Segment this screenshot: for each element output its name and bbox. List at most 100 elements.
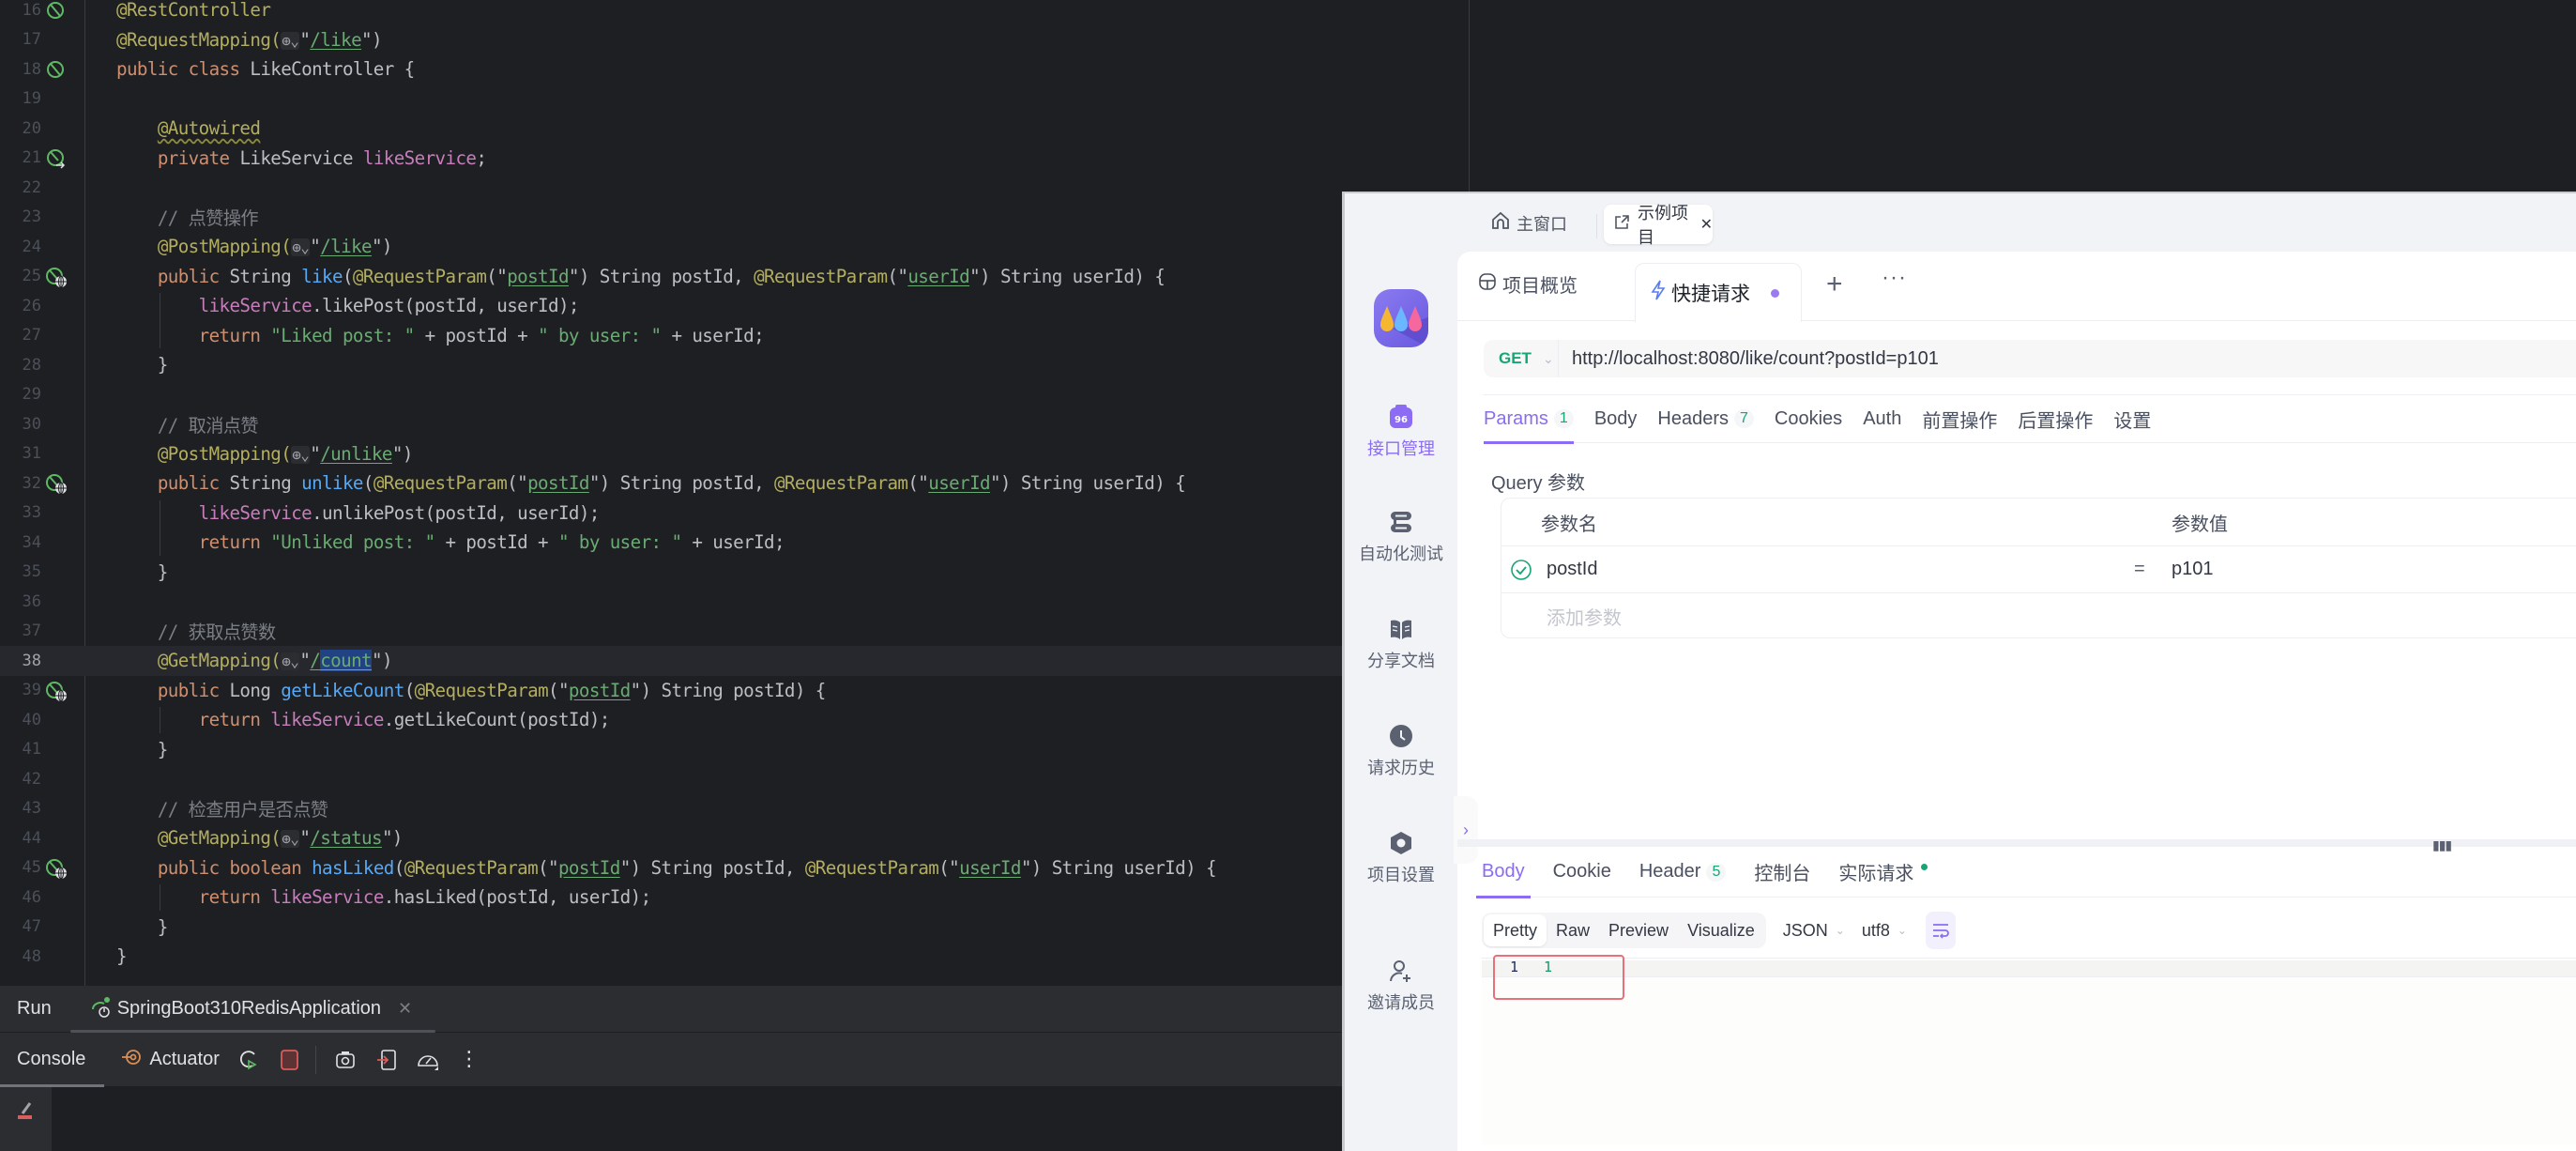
tab-actuator[interactable]: Actuator: [121, 1047, 220, 1073]
tab-response-header[interactable]: Header 5: [1639, 847, 1727, 898]
encoding-select[interactable]: utf8 ⌄: [1862, 921, 1907, 941]
tab-actual-request[interactable]: 实际请求: [1838, 847, 1928, 898]
code-line[interactable]: 16 @RestController: [0, 0, 1342, 25]
tab-response-console[interactable]: 控制台: [1754, 847, 1810, 898]
code-line[interactable]: 17 @RequestMapping(⊕⌄"/like"): [0, 25, 1342, 55]
sidebar-item-project-settings[interactable]: 项目设置: [1345, 830, 1457, 886]
code-line[interactable]: 32 public String unlike(@RequestParam("p…: [0, 468, 1342, 499]
code-line[interactable]: 43 // 检查用户是否点赞: [0, 794, 1342, 824]
code-line[interactable]: 31 @PostMapping(⊕⌄"/unlike"): [0, 439, 1342, 469]
close-icon[interactable]: ✕: [398, 999, 412, 1019]
sidebar-item-invite-member[interactable]: 邀请成员: [1345, 958, 1457, 1014]
tab-main-window[interactable]: 主窗口: [1490, 210, 1567, 236]
code-line[interactable]: 27 return "Liked post: " + postId + " by…: [0, 321, 1342, 351]
code-line[interactable]: 33 likeService.unlikePost(postId, userId…: [0, 499, 1342, 529]
endpoint-globe-icon[interactable]: [45, 857, 68, 880]
code-line[interactable]: 44 @GetMapping(⊕⌄"/status"): [0, 823, 1342, 853]
tab-post-request[interactable]: 后置操作: [2018, 394, 2093, 443]
run-config-tab[interactable]: SpringBoot310RedisApplication ✕: [69, 986, 436, 1033]
endpoint-globe-icon[interactable]: [45, 266, 68, 288]
tab-pre-request[interactable]: 前置操作: [1922, 394, 1997, 443]
tab-quick-request[interactable]: 快捷请求: [1635, 263, 1802, 322]
code-line[interactable]: 35 }: [0, 558, 1342, 588]
tab-response-cookie[interactable]: Cookie: [1553, 847, 1611, 898]
code-editor[interactable]: 16 @RestController 17 @RequestMapping(⊕⌄"/l…: [0, 0, 1342, 986]
camera-icon[interactable]: [333, 1048, 358, 1072]
param-name-input[interactable]: postId: [1547, 559, 1597, 580]
view-preview-button[interactable]: Preview: [1599, 914, 1678, 946]
code-line[interactable]: 26 likeService.likePost(postId, userId);: [0, 291, 1342, 321]
view-pretty-button[interactable]: Pretty: [1484, 914, 1547, 946]
code-line[interactable]: 39 public Long getLikeCount(@RequestPara…: [0, 676, 1342, 706]
sidebar-item-request-history[interactable]: 请求历史: [1345, 723, 1457, 779]
tab-response-body[interactable]: Body: [1476, 847, 1531, 898]
code-line[interactable]: 42: [0, 764, 1342, 794]
code-line[interactable]: 34 return "Unliked post: " + postId + " …: [0, 528, 1342, 558]
param-enabled-checkbox[interactable]: [1510, 559, 1532, 581]
add-param-input[interactable]: 添加参数: [1547, 603, 1622, 630]
code-line[interactable]: 30 // 取消点赞: [0, 409, 1342, 439]
endpoint-globe-icon[interactable]: [45, 680, 68, 702]
tab-cookies[interactable]: Cookies: [1775, 394, 1842, 443]
code-line[interactable]: 36: [0, 587, 1342, 617]
tab-auth[interactable]: Auth: [1863, 394, 1901, 443]
code-line[interactable]: 48}: [0, 942, 1342, 972]
code-line[interactable]: 21 private LikeService likeService;: [0, 144, 1342, 174]
code-line[interactable]: 20 @Autowired: [0, 114, 1342, 144]
expand-sidebar-button[interactable]: ›: [1454, 796, 1478, 864]
tab-headers[interactable]: Headers 7: [1657, 394, 1754, 443]
profiler-gauge-icon[interactable]: [416, 1048, 440, 1072]
code-line[interactable]: 38 @GetMapping(⊕⌄"/count"): [0, 646, 1342, 676]
view-mode-group: Pretty Raw Preview Visualize: [1482, 913, 1766, 948]
tab-body[interactable]: Body: [1594, 394, 1638, 443]
tab-settings[interactable]: 设置: [2113, 394, 2151, 443]
line-number: 44: [22, 828, 41, 848]
code-line[interactable]: 24 @PostMapping(⊕⌄"/like"): [0, 232, 1342, 262]
url-input[interactable]: http://localhost:8080/like/count?postId=…: [1559, 348, 1939, 370]
console-output[interactable]: [0, 1087, 1342, 1151]
code-line[interactable]: 40 return likeService.getLikeCount(postI…: [0, 705, 1342, 735]
rerun-icon[interactable]: [236, 1048, 261, 1072]
sidebar-item-share-docs[interactable]: 分享文档: [1345, 616, 1457, 672]
code-line[interactable]: 23 // 点赞操作: [0, 203, 1342, 233]
view-raw-button[interactable]: Raw: [1547, 914, 1599, 946]
tab-params[interactable]: Params 1: [1484, 394, 1574, 444]
spring-bean-icon[interactable]: [45, 0, 68, 22]
tab-console[interactable]: Console: [0, 1033, 105, 1087]
clear-console-icon[interactable]: [15, 1100, 36, 1125]
word-wrap-button[interactable]: [1925, 912, 1956, 949]
line-number: 37: [22, 622, 41, 641]
tab-label: 示例项目: [1638, 204, 1688, 247]
code-line[interactable]: 45 public boolean hasLiked(@RequestParam…: [0, 853, 1342, 883]
method-select[interactable]: GET ⌄: [1484, 340, 1559, 377]
code-line[interactable]: 22: [0, 173, 1342, 203]
code-line[interactable]: 29: [0, 380, 1342, 410]
more-vertical-icon[interactable]: ⋮: [457, 1048, 481, 1072]
code-line[interactable]: 47 }: [0, 913, 1342, 943]
console-gutter: [0, 1087, 52, 1151]
close-icon[interactable]: ✕: [1700, 215, 1713, 234]
code-line[interactable]: 41 }: [0, 735, 1342, 765]
format-select[interactable]: JSON ⌄: [1783, 921, 1845, 941]
exit-icon[interactable]: [374, 1048, 399, 1072]
new-tab-button[interactable]: +: [1826, 269, 1843, 300]
code-line[interactable]: 19: [0, 84, 1342, 115]
more-tabs-button[interactable]: ···: [1882, 265, 1907, 291]
endpoint-globe-icon[interactable]: [45, 472, 68, 495]
code-line[interactable]: 37 // 获取点赞数: [0, 617, 1342, 647]
code-line[interactable]: 46 return likeService.hasLiked(postId, u…: [0, 882, 1342, 913]
code-line[interactable]: 28 }: [0, 350, 1342, 380]
code-line[interactable]: 25 public String like(@RequestParam("pos…: [0, 262, 1342, 292]
panel-splitter[interactable]: ▮▮▮: [1457, 837, 2576, 852]
view-visualize-button[interactable]: Visualize: [1678, 914, 1764, 946]
tab-project-overview[interactable]: 项目概览: [1478, 270, 1578, 298]
sidebar-item-api-management[interactable]: 96 接口管理: [1345, 404, 1457, 460]
response-body-viewer[interactable]: 1 1: [1482, 955, 2576, 1145]
code-line[interactable]: 18 public class LikeController {: [0, 54, 1342, 84]
tab-example-project[interactable]: 示例项目 ✕: [1604, 204, 1713, 247]
spring-bean-icon[interactable]: [45, 58, 68, 81]
stop-icon[interactable]: [278, 1048, 302, 1072]
sidebar-item-automation-test[interactable]: 自动化测试: [1345, 509, 1457, 565]
spring-autowire-icon[interactable]: [45, 147, 68, 170]
param-value-input[interactable]: p101: [2172, 559, 2214, 580]
